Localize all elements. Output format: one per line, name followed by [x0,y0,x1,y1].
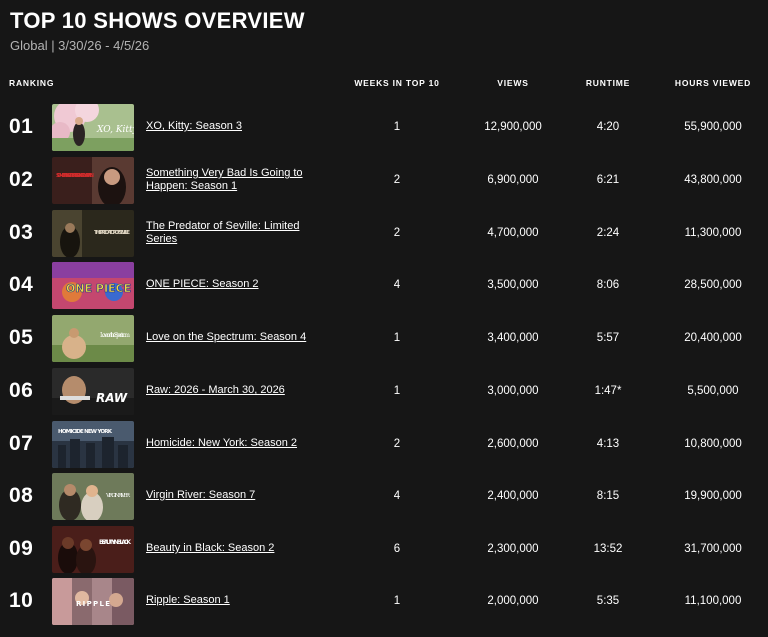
column-header-weeks: WEEKS IN TOP 10 [354,78,440,88]
hours-viewed-value: 19,900,000 [684,490,742,502]
show-thumbnail[interactable]: VIRGIN RIVER [52,473,134,520]
weeks-in-top10-value: 1 [393,385,401,397]
views-value: 3,500,000 [487,279,539,291]
show-thumbnail[interactable]: HOMICIDE NEW YORK [52,421,134,468]
rank-number: 10 [9,589,34,612]
column-header-hours-viewed: HOURS VIEWED [674,78,752,88]
hours-viewed-value: 43,800,000 [684,174,742,186]
rank-number: 02 [9,168,34,191]
weeks-in-top10-value: 6 [393,543,401,555]
views-value: 3,000,000 [487,385,539,397]
svg-text:THE PREDATOR OF SEVILLE: THE PREDATOR OF SEVILLE [94,230,130,236]
weeks-in-top10-value: 2 [393,227,401,239]
show-thumbnail[interactable]: RAW [52,368,134,415]
rank-number: 08 [9,484,34,507]
hours-viewed-value: 10,800,000 [684,438,742,450]
weeks-in-top10-value: 4 [393,279,401,291]
rank-number: 04 [9,273,34,296]
rank-number: 07 [9,432,34,455]
show-title-link[interactable]: Beauty in Black: Season 2 [146,542,326,555]
weeks-in-top10-value: 2 [393,174,401,186]
runtime-value: 1:47* [594,385,622,397]
column-header-views: VIEWS [497,78,529,88]
rank-number: 01 [9,115,34,138]
runtime-value: 2:24 [596,227,620,239]
show-title-link[interactable]: Something Very Bad Is Going to Happen: S… [146,167,326,193]
date-range-subtitle: Global | 3/30/26 - 4/5/26 [10,38,150,53]
show-thumbnail[interactable]: SOMETHING VERY BAD IS GOING TO HAPPEN [52,157,134,204]
rank-number: 03 [9,221,34,244]
runtime-value: 13:52 [593,543,623,555]
views-value: 2,000,000 [487,595,539,607]
column-header-runtime: RUNTIME [585,78,631,88]
runtime-value: 4:20 [596,121,620,133]
show-title-link[interactable]: Homicide: New York: Season 2 [146,437,326,450]
show-thumbnail[interactable]: ONE PIECE [52,262,134,309]
table-row: 05 Love on the Spectrum Love on the Spec… [0,315,768,363]
table-row: 04 ONE PIECE ONE PIECE: Season 2 4 3,500… [0,262,768,310]
table-row: 10 RIPPLE Ripple: Season 1 1 2,000,000 5… [0,578,768,626]
table-row: 07 HOMICIDE NEW YORK Homicide: New York:… [0,421,768,469]
page-title: TOP 10 SHOWS OVERVIEW [10,8,305,33]
views-value: 12,900,000 [484,121,542,133]
show-title-link[interactable]: Love on the Spectrum: Season 4 [146,331,326,344]
hours-viewed-value: 55,900,000 [684,121,742,133]
views-value: 2,400,000 [487,490,539,502]
weeks-in-top10-value: 1 [393,595,401,607]
weeks-in-top10-value: 2 [393,438,401,450]
rank-number: 06 [9,379,34,402]
table-row: 03 THE PREDATOR OF SEVILLE The Predator … [0,210,768,258]
show-thumbnail[interactable]: XO, Kitty [52,104,134,151]
show-thumbnail[interactable]: BEAUTY IN BLACK [52,526,134,573]
views-value: 6,900,000 [487,174,539,186]
table-row: 09 BEAUTY IN BLACK Beauty in Black: Seas… [0,526,768,574]
views-value: 3,400,000 [487,332,539,344]
svg-text:VIRGIN RIVER: VIRGIN RIVER [105,493,131,499]
hours-viewed-value: 5,500,000 [687,385,739,397]
svg-text:RAW: RAW [96,391,128,405]
show-title-link[interactable]: Ripple: Season 1 [146,594,326,607]
weeks-in-top10-value: 1 [393,332,401,344]
weeks-in-top10-value: 4 [393,490,401,502]
svg-text:HOMICIDE NEW YORK: HOMICIDE NEW YORK [58,429,113,435]
views-value: 2,600,000 [487,438,539,450]
column-header-ranking: RANKING [9,78,55,88]
runtime-value: 8:06 [596,279,620,291]
show-title-link[interactable]: Virgin River: Season 7 [146,489,326,502]
hours-viewed-value: 11,300,000 [684,227,742,239]
table-row: 02 SOMETHING VERY BAD IS GOING TO HAPPEN… [0,157,768,205]
show-title-link[interactable]: The Predator of Seville: Limited Series [146,220,326,246]
weeks-in-top10-value: 1 [393,121,401,133]
hours-viewed-value: 28,500,000 [684,279,742,291]
runtime-value: 5:35 [596,595,620,607]
show-title-link[interactable]: XO, Kitty: Season 3 [146,120,326,133]
hours-viewed-value: 11,100,000 [684,595,742,607]
rank-number: 09 [9,537,34,560]
runtime-value: 8:15 [596,490,620,502]
table-row: 01 XO, Kitty XO, Kitty: Season 3 1 12,90… [0,104,768,152]
show-title-link[interactable]: Raw: 2026 - March 30, 2026 [146,384,326,397]
runtime-value: 6:21 [596,174,620,186]
hours-viewed-value: 20,400,000 [684,332,742,344]
runtime-value: 4:13 [596,438,620,450]
svg-text:Love on the Spectrum: Love on the Spectrum [100,332,130,339]
views-value: 4,700,000 [487,227,539,239]
table-row: 06 RAW Raw: 2026 - March 30, 2026 1 3,00… [0,368,768,416]
table-row: 08 VIRGIN RIVER Virgin River: Season 7 4… [0,473,768,521]
show-thumbnail[interactable]: RIPPLE [52,578,134,625]
runtime-value: 5:57 [596,332,620,344]
views-value: 2,300,000 [487,543,539,555]
svg-text:BEAUTY IN BLACK: BEAUTY IN BLACK [99,539,131,546]
svg-text:XO, Kitty: XO, Kitty [96,125,134,135]
rank-number: 05 [9,326,34,349]
hours-viewed-value: 31,700,000 [684,543,742,555]
show-thumbnail[interactable]: Love on the Spectrum [52,315,134,362]
svg-text:RIPPLE: RIPPLE [76,600,110,608]
svg-text:ONE PIECE: ONE PIECE [66,282,131,295]
show-thumbnail[interactable]: THE PREDATOR OF SEVILLE [52,210,134,257]
svg-text:SOMETHING VERY BAD IS GOING TO: SOMETHING VERY BAD IS GOING TO HAPPEN [56,173,94,179]
show-title-link[interactable]: ONE PIECE: Season 2 [146,278,326,291]
